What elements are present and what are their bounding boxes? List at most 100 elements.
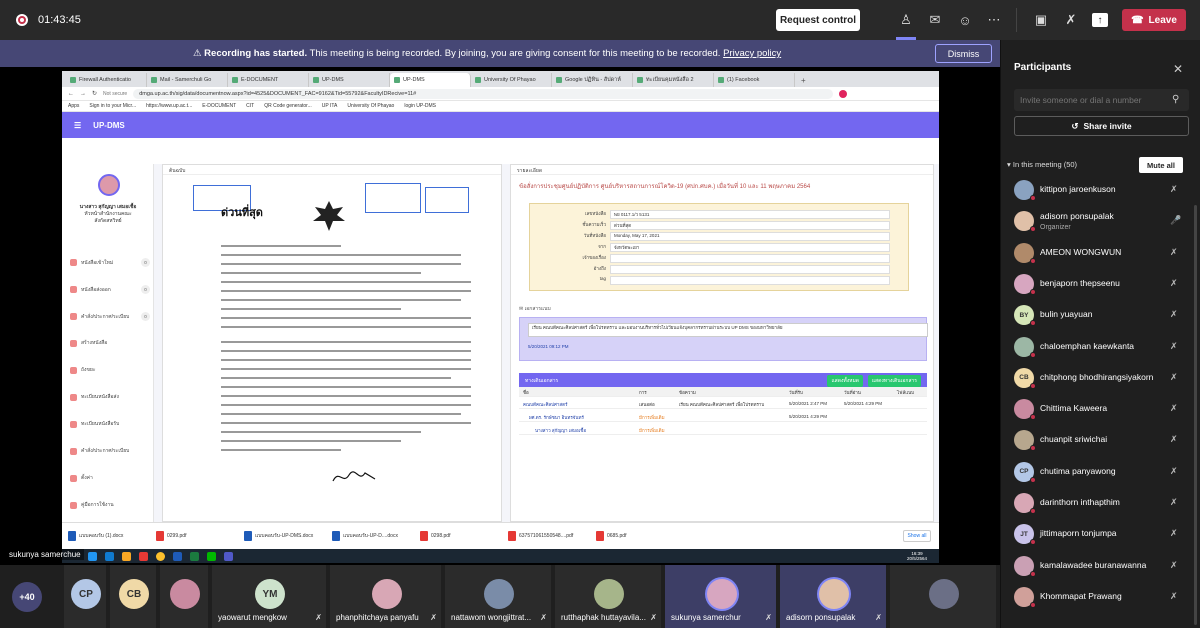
pdf-reader-icon[interactable] bbox=[139, 551, 148, 561]
participant-video-tile[interactable]: YM yaowarut mengkow ✗ bbox=[212, 565, 328, 628]
mic-muted-icon[interactable]: ✗ bbox=[1170, 341, 1178, 352]
browser-tab[interactable]: (1) Facebook bbox=[714, 73, 795, 87]
dms-menu-item[interactable]: ตั้งค่า bbox=[70, 474, 150, 482]
invite-input[interactable] bbox=[1014, 89, 1189, 111]
browser-tab[interactable]: Google ปฏิทิน - สัปดาห์ bbox=[552, 73, 633, 87]
mic-muted-icon[interactable]: ✗ bbox=[1170, 403, 1178, 414]
mic-muted-icon[interactable]: ✗ bbox=[1170, 560, 1178, 571]
new-tab-icon[interactable]: + bbox=[801, 76, 806, 85]
file-explorer-icon[interactable] bbox=[122, 551, 131, 561]
reload-icon[interactable]: ↻ bbox=[92, 90, 97, 97]
dms-menu-item[interactable]: ถังขยะ bbox=[70, 366, 150, 374]
reactions-icon[interactable]: ☺ bbox=[956, 11, 974, 29]
bookmark-item[interactable]: login UP-DMS bbox=[404, 103, 436, 109]
participant-video-tile[interactable]: rutthaphak huttayavila... ✗ bbox=[555, 565, 663, 628]
back-icon[interactable]: ← bbox=[68, 91, 74, 97]
mute-all-button[interactable]: Mute all bbox=[1139, 157, 1183, 173]
privacy-policy-link[interactable]: Privacy policy bbox=[723, 48, 781, 59]
mic-off-icon[interactable]: ✗ bbox=[1062, 11, 1080, 29]
participant-row[interactable]: darinthorn inthapthim ✗ bbox=[1014, 491, 1194, 515]
bookmark-item[interactable]: Apps bbox=[68, 103, 79, 109]
browser-tab[interactable]: University Of Phayao bbox=[471, 73, 552, 87]
participant-row[interactable]: Khommapat Prawang ✗ bbox=[1014, 585, 1194, 609]
participant-video-tile[interactable]: adisorn ponsupalak ✗ bbox=[780, 565, 888, 628]
request-control-button[interactable]: Request control bbox=[776, 9, 860, 31]
teams-icon[interactable] bbox=[224, 551, 233, 561]
participant-video-tile[interactable]: sukunya samerchur ✗ bbox=[665, 565, 778, 628]
dms-menu-item[interactable]: ทะเบียนหนังสือรับ bbox=[70, 420, 150, 428]
participant-row[interactable]: kamalawadee buranawanna ✗ bbox=[1014, 554, 1194, 578]
start-icon[interactable] bbox=[88, 551, 97, 561]
word-icon[interactable] bbox=[173, 551, 182, 561]
participant-row[interactable]: chuanpit sriwichai ✗ bbox=[1014, 428, 1194, 452]
excel-icon[interactable] bbox=[190, 551, 199, 561]
bookmark-item[interactable]: QR Code generator... bbox=[264, 103, 312, 109]
download-item[interactable]: 0685.pdf bbox=[596, 529, 676, 543]
download-item[interactable]: แบบคอบรับ-UP-D....docx bbox=[332, 529, 412, 543]
download-item[interactable]: แบบคอบรับ (1).docx bbox=[68, 529, 148, 543]
share-screen-icon[interactable]: ↑ bbox=[1092, 13, 1108, 27]
address-bar[interactable]: dmga.up.ac.th/sig/data/documentnow.aspx?… bbox=[133, 88, 834, 99]
dms-menu-item[interactable]: สร้างหนังสือ bbox=[70, 339, 150, 347]
camera-off-icon[interactable]: ▣ bbox=[1032, 11, 1050, 29]
bookmark-item[interactable]: https://www.up.ac.t... bbox=[146, 103, 192, 109]
participant-video-tile[interactable]: CB bbox=[110, 565, 158, 628]
participant-row[interactable]: JT jittimaporn tonjumpa ✗ bbox=[1014, 522, 1194, 546]
dismiss-button[interactable]: Dismiss bbox=[935, 44, 992, 63]
download-item[interactable]: 637571061550548....pdf bbox=[508, 529, 588, 543]
participant-row[interactable]: adisorn ponsupalak Organizer 🎤 bbox=[1014, 209, 1194, 233]
chat-icon[interactable]: ✉ bbox=[926, 11, 944, 29]
show-all-route-button[interactable]: แสดงทั้งหมด bbox=[827, 375, 863, 387]
browser-tab[interactable]: Mail - Samerchuli Go bbox=[147, 73, 228, 87]
participant-row[interactable]: AMEON WONGWUN ✗ bbox=[1014, 241, 1194, 265]
mic-muted-icon[interactable]: ✗ bbox=[1170, 497, 1178, 508]
bookmark-item[interactable]: UP ITA bbox=[322, 103, 338, 109]
participant-row[interactable]: kittipon jaroenkuson ✗ bbox=[1014, 178, 1194, 202]
leave-button[interactable]: ☎ Leave bbox=[1122, 9, 1186, 31]
edge-icon[interactable] bbox=[105, 551, 114, 561]
mic-muted-icon[interactable]: ✗ bbox=[1170, 247, 1178, 258]
line-icon[interactable] bbox=[207, 551, 216, 561]
bookmark-item[interactable]: E-DOCUMENT bbox=[202, 103, 236, 109]
search-icon[interactable]: ⚲ bbox=[1172, 94, 1179, 105]
mic-muted-icon[interactable]: ✗ bbox=[1170, 591, 1178, 602]
mic-muted-icon[interactable]: ✗ bbox=[1170, 372, 1178, 383]
bookmark-item[interactable]: University Of Phayao bbox=[347, 103, 394, 109]
download-item[interactable]: 0299.pdf bbox=[156, 529, 236, 543]
participant-video-tile[interactable]: CP bbox=[64, 565, 108, 628]
dms-menu-item[interactable]: หนังสือเข้าใหม่ 0 bbox=[70, 258, 150, 267]
browser-tab[interactable]: UP-DMS bbox=[390, 73, 471, 87]
close-icon[interactable]: ✕ bbox=[1173, 62, 1183, 76]
people-icon[interactable]: ♙ bbox=[897, 11, 915, 29]
in-meeting-section-header[interactable]: ▾ In this meeting (50) bbox=[1007, 160, 1077, 169]
hamburger-icon[interactable]: ☰ bbox=[74, 121, 81, 130]
dms-menu-item[interactable]: คำสั่ง/ประกาศ/ระเบียบ 0 bbox=[70, 312, 150, 321]
mic-on-icon[interactable]: 🎤 bbox=[1170, 215, 1181, 226]
download-item[interactable]: แบบคอบรับ-UP-DMS.docx bbox=[244, 529, 324, 543]
browser-tab[interactable]: ทะเบียนคุมหนังสือ 2 bbox=[633, 73, 714, 87]
more-participants-button[interactable]: +40 bbox=[12, 582, 42, 612]
route-table-row[interactable]: นางสาว สุกัญญา เสมอเชื้อ มีการเพิ่มเติม bbox=[519, 425, 927, 435]
participant-row[interactable]: CB chitphong bhodhirangsiyakorn ✗ bbox=[1014, 366, 1194, 390]
mic-muted-icon[interactable]: ✗ bbox=[1170, 184, 1178, 195]
show-route-button[interactable]: แสดงทางเดินเอกสาร bbox=[867, 375, 921, 387]
bookmark-item[interactable]: CIT bbox=[246, 103, 254, 109]
participant-row[interactable]: CP chutima panyawong ✗ bbox=[1014, 460, 1194, 484]
dms-menu-item[interactable]: หนังสือส่งออก 0 bbox=[70, 285, 150, 294]
dms-menu-item[interactable]: คู่มือการใช้งาน bbox=[70, 501, 150, 509]
profile-icon[interactable] bbox=[839, 89, 848, 98]
browser-tab[interactable]: E-DOCUMENT bbox=[228, 73, 309, 87]
mic-muted-icon[interactable]: ✗ bbox=[1170, 434, 1178, 445]
browser-tab[interactable]: UP-DMS bbox=[309, 73, 390, 87]
document-page[interactable]: ด่วนที่สุด bbox=[179, 179, 489, 519]
download-item[interactable]: 0298.pdf bbox=[420, 529, 500, 543]
dms-menu-item[interactable]: ทะเบียนหนังสือส่ง bbox=[70, 393, 150, 401]
participant-row[interactable]: chaloemphan kaewkanta ✗ bbox=[1014, 335, 1194, 359]
participant-row[interactable]: benjaporn thepseenu ✗ bbox=[1014, 272, 1194, 296]
forward-icon[interactable]: → bbox=[80, 91, 86, 97]
mic-muted-icon[interactable]: ✗ bbox=[1170, 528, 1178, 539]
participant-video-tile[interactable]: phanphitchaya panyafu ✗ bbox=[330, 565, 443, 628]
more-options-icon[interactable]: ⋯ bbox=[985, 11, 1003, 29]
bookmark-item[interactable]: Sign in to your Micr... bbox=[89, 103, 136, 109]
show-all-downloads-button[interactable]: Show all bbox=[903, 530, 931, 542]
